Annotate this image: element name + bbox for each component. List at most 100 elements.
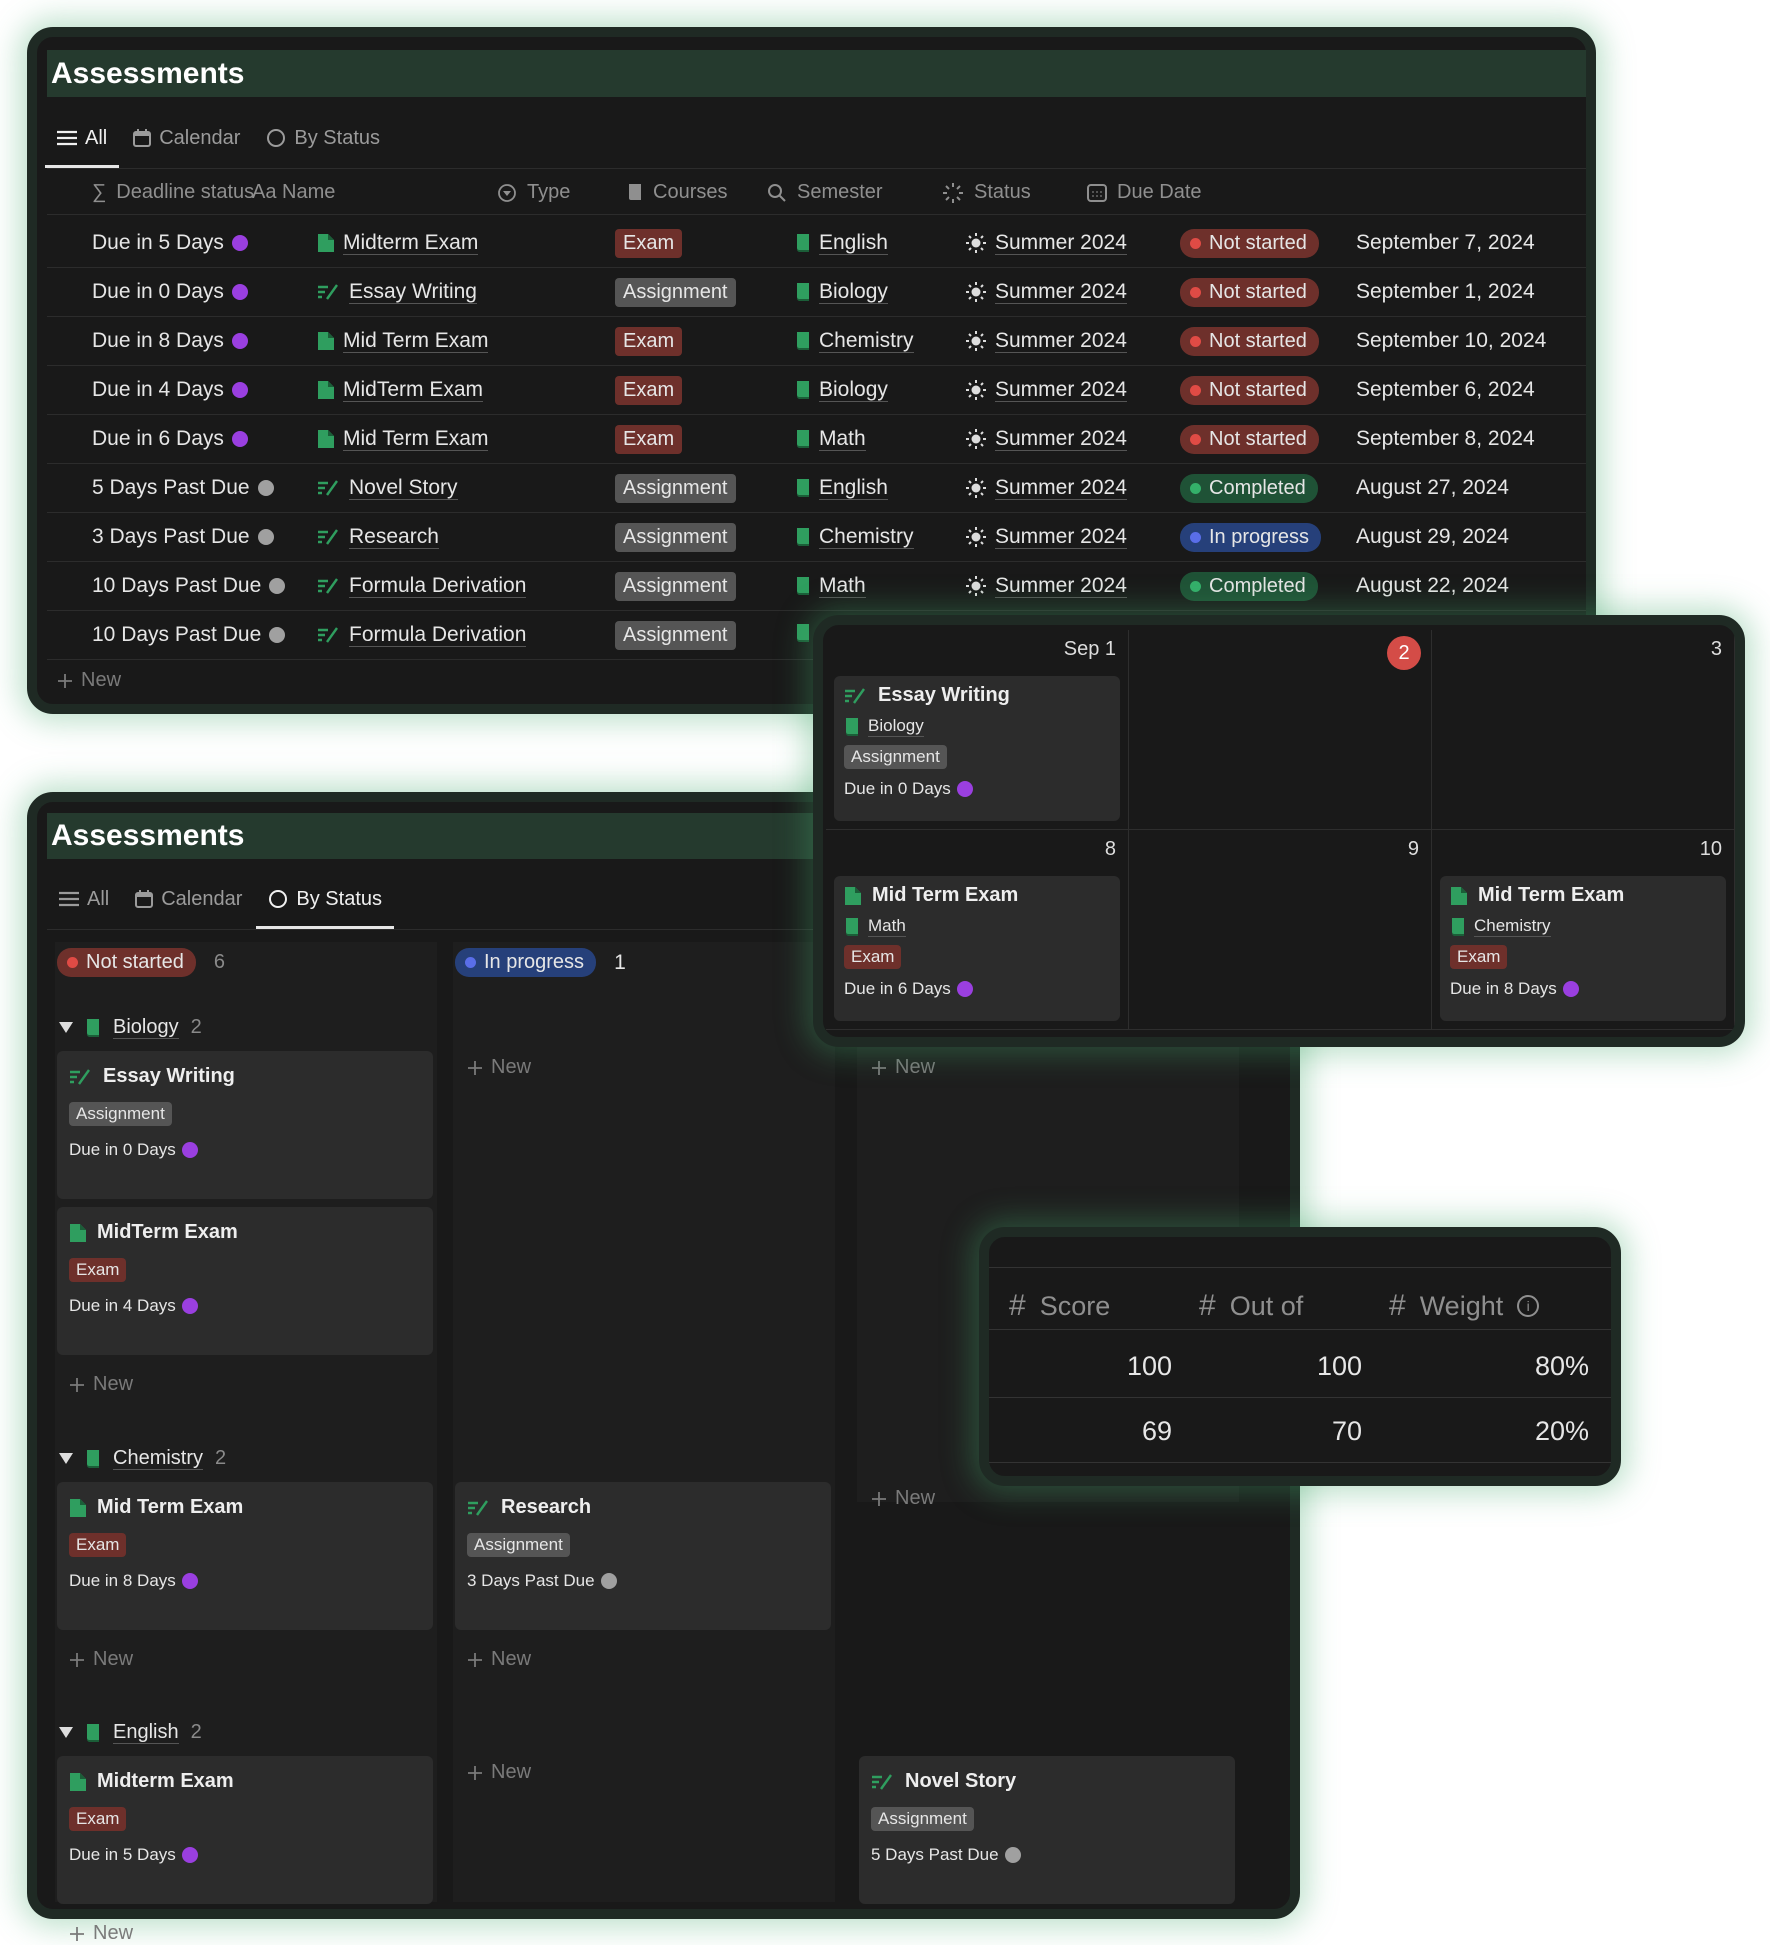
page-title: Assessments [51, 819, 245, 852]
status-count: 1 [614, 950, 626, 974]
assessment-name: Mid Term Exam [343, 427, 489, 452]
table-row[interactable]: 3 Days Past Due Research Assignment Chemist… [47, 513, 1586, 562]
plus-icon [467, 1765, 483, 1781]
status-badge: Not started [1180, 229, 1319, 258]
tab-by-status[interactable]: By Status [266, 114, 380, 162]
status-badge: Completed [1180, 474, 1318, 503]
new-card-button[interactable]: New [467, 1648, 531, 1671]
score-cell[interactable]: 70 [1332, 1416, 1362, 1447]
calendar-card[interactable]: Mid Term Exam Math Exam Due in 6 Days [834, 876, 1120, 1021]
sigma-icon: ∑ [92, 181, 107, 203]
book-icon [627, 183, 643, 203]
new-card-button[interactable]: New [69, 1648, 133, 1671]
column-header[interactable]: Status [942, 181, 1031, 204]
table-row[interactable]: Due in 0 Days Essay Writing Assignment Biol… [47, 268, 1586, 317]
new-row-button[interactable]: New [57, 669, 121, 692]
score-cell[interactable]: 100 [1127, 1351, 1172, 1382]
new-card-button[interactable]: New [69, 1373, 133, 1396]
pencil-lines-icon [467, 1499, 491, 1517]
new-card-button[interactable]: New [69, 1922, 133, 1945]
deadline-status: 3 Days Past Due [92, 525, 250, 548]
score-cell[interactable]: 69 [1142, 1416, 1172, 1447]
today-marker: 2 [1387, 636, 1421, 670]
deadline-status: 10 Days Past Due [92, 623, 262, 646]
type-tag: Exam [69, 1533, 127, 1557]
type-tag: Exam [615, 229, 683, 258]
calendar-day-cell[interactable]: Sep 1 Essay Writing Biology Assignment Due i… [826, 630, 1129, 830]
column-header[interactable]: # Out of [1199, 1289, 1303, 1323]
column-header[interactable]: Type [497, 181, 570, 204]
column-label: Due Date [1117, 181, 1202, 203]
type-tag: Assignment [69, 1102, 172, 1126]
calendar-card[interactable]: Mid Term Exam Chemistry Exam Due in 8 Days [1440, 876, 1726, 1021]
board-card[interactable]: MidTerm Exam Exam Due in 4 Days [57, 1207, 433, 1355]
book-icon [1450, 917, 1466, 937]
score-cell[interactable]: 100 [1317, 1351, 1362, 1382]
table-row[interactable]: Due in 5 Days Midterm Exam Exam English Summ… [47, 219, 1586, 268]
table-row[interactable]: Due in 6 Days Mid Term Exam Exam Math Summer… [47, 415, 1586, 464]
column-header[interactable]: Aa Name [252, 181, 335, 204]
deadline-status: Due in 5 Days [92, 231, 224, 254]
column-header[interactable]: Semester [767, 181, 883, 204]
board-card[interactable]: Novel Story Assignment 5 Days Past Due [859, 1756, 1235, 1904]
table-row[interactable]: Due in 4 Days MidTerm Exam Exam Biology Summ… [47, 366, 1586, 415]
table-row[interactable]: 10 Days Past Due Formula Derivation Assign… [47, 562, 1586, 611]
tab-by-status[interactable]: By Status [256, 875, 394, 929]
deadline-dot-icon [956, 781, 973, 797]
sun-icon [965, 232, 987, 254]
document-icon [69, 1498, 87, 1518]
group-header[interactable]: Biology 2 [59, 1016, 202, 1039]
new-card-button[interactable]: New [871, 1056, 935, 1079]
column-header[interactable]: # Weight i [1389, 1289, 1540, 1323]
column-header[interactable]: # Score [1009, 1289, 1110, 1323]
card-title: Novel Story [905, 1770, 1017, 1792]
calendar-day-cell[interactable]: 2 [1129, 630, 1432, 830]
info-icon[interactable]: i [1517, 1295, 1540, 1317]
column-header[interactable]: ∑ Deadline status [92, 181, 254, 204]
table-row[interactable]: 100 100 80% [989, 1333, 1611, 1398]
plus-icon [57, 673, 73, 689]
board-card[interactable]: Midterm Exam Exam Due in 5 Days [57, 1756, 433, 1904]
plus-icon [69, 1377, 85, 1393]
card-title: MidTerm Exam [97, 1221, 238, 1243]
score-cell[interactable]: 20% [1535, 1416, 1589, 1447]
board-card[interactable]: Essay Writing Assignment Due in 0 Days [57, 1051, 433, 1199]
calendar-day-cell[interactable]: 9 [1129, 830, 1432, 1030]
tab-label: All [85, 126, 108, 149]
document-icon [69, 1223, 87, 1243]
tab-all[interactable]: All [44, 114, 120, 168]
sun-icon [965, 526, 987, 548]
semester-link: Summer 2024 [995, 525, 1127, 550]
new-card-button[interactable]: New [467, 1056, 531, 1079]
calendar-day-cell[interactable]: 10 Mid Term Exam Chemistry Exam Due in 8 Day… [1432, 830, 1735, 1030]
score-cell[interactable]: 80% [1535, 1351, 1589, 1382]
semester-link: Summer 2024 [995, 427, 1127, 452]
tab-all[interactable]: All [59, 875, 109, 923]
table-row[interactable]: 5 Days Past Due Novel Story Assignment Engl… [47, 464, 1586, 513]
column-header[interactable]: Due Date [1087, 181, 1202, 204]
type-tag: Assignment [615, 621, 736, 650]
table-row[interactable]: 69 70 20% [989, 1398, 1611, 1463]
book-icon [795, 282, 811, 302]
board-card[interactable]: Mid Term Exam Exam Due in 8 Days [57, 1482, 433, 1630]
board-card[interactable]: Research Assignment 3 Days Past Due [455, 1482, 831, 1630]
course-link: Math [819, 574, 866, 599]
column-header[interactable]: Courses [627, 181, 727, 204]
calendar-day-cell[interactable]: 8 Mid Term Exam Math Exam Due in 6 Days [826, 830, 1129, 1030]
new-card-button[interactable]: New [871, 1487, 935, 1510]
table-row[interactable]: Due in 8 Days Mid Term Exam Exam Chemistry S… [47, 317, 1586, 366]
tab-calendar[interactable]: Calendar [135, 875, 242, 923]
board-column [453, 942, 835, 1902]
new-card-button[interactable]: New [467, 1761, 531, 1784]
loader-icon [942, 182, 964, 204]
calendar-day-cell[interactable]: 3 [1432, 630, 1735, 830]
due-date: September 1, 2024 [1356, 280, 1535, 303]
select-icon [497, 183, 517, 203]
group-header[interactable]: Chemistry 2 [59, 1447, 226, 1470]
card-title: Mid Term Exam [97, 1496, 244, 1518]
tab-calendar[interactable]: Calendar [133, 114, 240, 162]
calendar-card[interactable]: Essay Writing Biology Assignment Due in 0 D… [834, 676, 1120, 821]
type-tag: Assignment [615, 572, 736, 601]
group-header[interactable]: English 2 [59, 1721, 202, 1744]
column-label: Courses [653, 181, 728, 203]
